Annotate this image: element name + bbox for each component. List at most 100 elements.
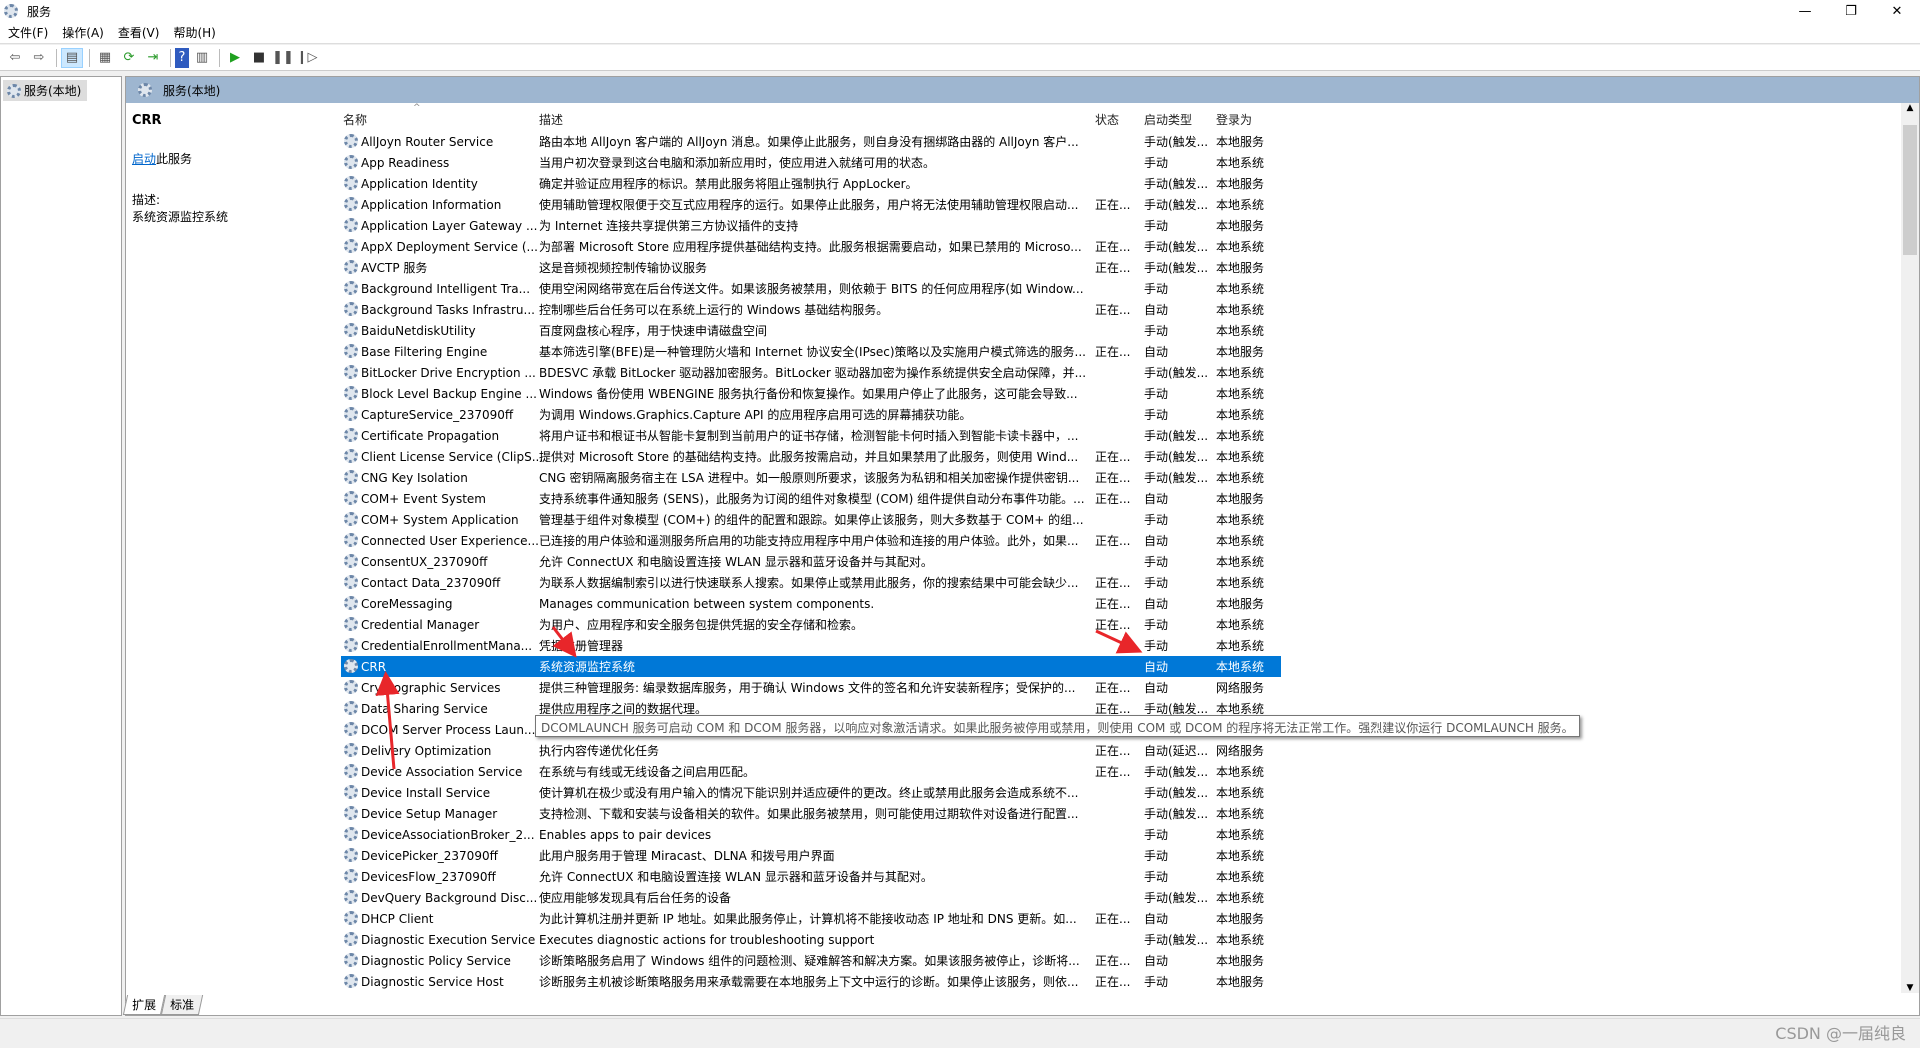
service-name: Client License Service (ClipS... bbox=[361, 449, 544, 464]
start-service-icon[interactable]: ▶ bbox=[224, 48, 246, 68]
service-row[interactable]: DevicePicker_237090ff 此用户服务用于管理 Miracast、… bbox=[341, 845, 1281, 866]
service-row[interactable]: CoreMessaging Manages communication betwe… bbox=[341, 593, 1281, 614]
title-bar: 服务 — ❐ ✕ bbox=[0, 0, 1920, 22]
scroll-down-icon[interactable]: ▼ bbox=[1901, 983, 1919, 993]
show-action-pane-icon[interactable]: ▥ bbox=[191, 48, 213, 68]
service-row[interactable]: Application Information 使用辅助管理权限便于交互式应用程序… bbox=[341, 194, 1281, 215]
service-logon: 本地系统 bbox=[1216, 639, 1265, 653]
service-row[interactable]: Application Identity 确定并验证应用程序的标识。禁用此服务将阻… bbox=[341, 173, 1281, 194]
resume-service-icon[interactable]: ❙▷ bbox=[296, 48, 318, 68]
column-header-description[interactable]: 描述 bbox=[539, 109, 1089, 129]
service-gear-icon bbox=[344, 617, 358, 631]
service-logon: 本地系统 bbox=[1216, 471, 1265, 485]
help-icon[interactable]: ? bbox=[175, 47, 189, 68]
service-row[interactable]: Client License Service (ClipS... 提供对 Micr… bbox=[341, 446, 1281, 467]
service-description: 将用户证书和根证书从智能卡复制到当前用户的证书存储，检测智能卡何时插入到智能卡读… bbox=[539, 429, 1079, 443]
service-description: 允许 ConnectUX 和电脑设置连接 WLAN 显示器和蓝牙设备并与其配对。 bbox=[539, 870, 933, 884]
menu-help[interactable]: 帮助(H) bbox=[173, 24, 215, 41]
menu-file[interactable]: 文件(F) bbox=[8, 24, 48, 41]
service-logon: 本地系统 bbox=[1216, 387, 1265, 401]
service-startup-type: 手动(触发... bbox=[1144, 240, 1209, 254]
service-row[interactable]: Credential Manager 为用户、应用程序和安全服务包提供凭据的安全存… bbox=[341, 614, 1281, 635]
menu-action[interactable]: 操作(A) bbox=[62, 24, 104, 41]
service-row[interactable]: Device Setup Manager 支持检测、下载和安装与设备相关的软件。如… bbox=[341, 803, 1281, 824]
service-row[interactable]: CaptureService_237090ff 为调用 Windows.Graph… bbox=[341, 404, 1281, 425]
service-logon: 本地系统 bbox=[1216, 828, 1265, 842]
service-row[interactable]: Application Layer Gateway ... 为 Internet … bbox=[341, 215, 1281, 236]
tree-item-services-local[interactable]: 服务(本地) bbox=[3, 80, 87, 101]
column-header-startup-type[interactable]: 启动类型 bbox=[1144, 109, 1210, 129]
service-name: DevicesFlow_237090ff bbox=[361, 869, 496, 884]
service-row[interactable]: AllJoyn Router Service 路由本地 AllJoyn 客户端的 … bbox=[341, 131, 1281, 152]
service-row[interactable]: Base Filtering Engine 基本筛选引擎(BFE)是一种管理防火墙… bbox=[341, 341, 1281, 362]
service-gear-icon bbox=[344, 911, 358, 925]
minimize-button[interactable]: — bbox=[1782, 0, 1828, 22]
service-gear-icon bbox=[344, 155, 358, 169]
service-row[interactable]: Device Install Service 使计算机在极少或没有用户输入的情况下… bbox=[341, 782, 1281, 803]
refresh-icon[interactable]: ⟳ bbox=[118, 48, 140, 68]
service-row[interactable]: App Readiness 当用户初次登录到这台电脑和添加新应用时，使应用进入就绪… bbox=[341, 152, 1281, 173]
service-name: Application Layer Gateway ... bbox=[361, 218, 538, 233]
service-startup-type: 自动 bbox=[1144, 954, 1169, 968]
pause-service-icon[interactable]: ❚❚ bbox=[272, 48, 294, 68]
service-row[interactable]: CRR 系统资源监控系统 自动 本地系统 bbox=[341, 656, 1281, 677]
service-row[interactable]: Diagnostic Policy Service 诊断策略服务启用了 Windo… bbox=[341, 950, 1281, 971]
tab-standard[interactable]: 标准 bbox=[160, 995, 204, 1015]
service-row[interactable]: BitLocker Drive Encryption ... BDESVC 承载 … bbox=[341, 362, 1281, 383]
service-row[interactable]: Diagnostic Service Host 诊断服务主机被诊断策略服务用来承载… bbox=[341, 971, 1281, 992]
service-row[interactable]: CredentialEnrollmentMana... 凭据注册管理器 手动 本地系统 bbox=[341, 635, 1281, 656]
service-row[interactable]: DevQuery Background Disc... 使应用能够发现具有后台任务… bbox=[341, 887, 1281, 908]
service-gear-icon bbox=[344, 596, 358, 610]
service-status: 正在... bbox=[1095, 912, 1131, 926]
service-row[interactable]: Connected User Experience... 已连接的用户体验和遥测服… bbox=[341, 530, 1281, 551]
scrollbar-thumb[interactable] bbox=[1903, 125, 1917, 255]
column-header-name[interactable]: 名称 ^ bbox=[341, 103, 531, 129]
back-icon[interactable]: ⇦ bbox=[4, 48, 26, 68]
service-row[interactable]: Cryptographic Services 提供三种管理服务: 编录数据库服务，… bbox=[341, 677, 1281, 698]
services-list: 名称 ^ 描述 状态 启动类型 登录为 AllJoyn Router Servic… bbox=[341, 103, 1901, 993]
service-row[interactable]: Block Level Backup Engine ... Windows 备份使… bbox=[341, 383, 1281, 404]
service-row[interactable]: COM+ System Application 管理基于组件对象模型 (COM+)… bbox=[341, 509, 1281, 530]
service-logon: 本地系统 bbox=[1216, 240, 1265, 254]
service-row[interactable]: AVCTP 服务 这是音频视频控制传输协议服务 正在... 手动(触发... 本地服务 bbox=[341, 257, 1281, 278]
column-header-log-on-as[interactable]: 登录为 bbox=[1216, 109, 1276, 129]
column-header-status[interactable]: 状态 bbox=[1095, 109, 1141, 129]
service-gear-icon bbox=[344, 701, 358, 715]
service-startup-type: 手动(触发... bbox=[1144, 765, 1209, 779]
restore-button[interactable]: ❐ bbox=[1828, 0, 1874, 22]
service-logon: 本地系统 bbox=[1216, 198, 1265, 212]
service-row[interactable]: COM+ Event System 支持系统事件通知服务 (SENS)，此服务为订… bbox=[341, 488, 1281, 509]
service-row[interactable]: DHCP Client 为此计算机注册并更新 IP 地址。如果此服务停止，计算机将… bbox=[341, 908, 1281, 929]
close-button[interactable]: ✕ bbox=[1874, 0, 1920, 22]
service-startup-type: 自动 bbox=[1144, 912, 1169, 926]
service-row[interactable]: Contact Data_237090ff 为联系人数据编制索引以进行快速联系人搜… bbox=[341, 572, 1281, 593]
service-row[interactable]: Background Tasks Infrastru... 控制哪些后台任务可以在… bbox=[341, 299, 1281, 320]
stop-service-icon[interactable]: ■ bbox=[248, 48, 270, 68]
service-row[interactable]: DeviceAssociationBroker_2... Enables apps… bbox=[341, 824, 1281, 845]
tab-extended[interactable]: 扩展 bbox=[122, 995, 166, 1015]
service-name: Certificate Propagation bbox=[361, 428, 500, 443]
service-row[interactable]: Diagnostic Execution Service Executes dia… bbox=[341, 929, 1281, 950]
service-row[interactable]: ConsentUX_237090ff 允许 ConnectUX 和电脑设置连接 W… bbox=[341, 551, 1281, 572]
service-name: Credential Manager bbox=[361, 617, 480, 632]
service-startup-type: 手动(触发... bbox=[1144, 807, 1209, 821]
service-row[interactable]: Certificate Propagation 将用户证书和根证书从智能卡复制到当… bbox=[341, 425, 1281, 446]
properties-icon[interactable]: ▦ bbox=[94, 48, 116, 68]
forward-icon[interactable]: ⇨ bbox=[28, 48, 50, 68]
export-list-icon[interactable]: ⇥ bbox=[142, 48, 164, 68]
service-row[interactable]: BaiduNetdiskUtility 百度网盘核心程序，用于快速申请磁盘空间 手动… bbox=[341, 320, 1281, 341]
service-row[interactable]: AppX Deployment Service (... 为部署 Microsof… bbox=[341, 236, 1281, 257]
menu-view[interactable]: 查看(V) bbox=[118, 24, 160, 41]
start-service-link[interactable]: 启动 bbox=[132, 152, 156, 166]
service-row[interactable]: Background Intelligent Tra... 使用空闲网络带宽在后台… bbox=[341, 278, 1281, 299]
service-name: Device Setup Manager bbox=[361, 806, 498, 821]
service-row[interactable]: Device Association Service 在系统与有线或无线设备之间启… bbox=[341, 761, 1281, 782]
service-logon: 网络服务 bbox=[1216, 681, 1265, 695]
vertical-scrollbar[interactable]: ▲ ▼ bbox=[1901, 103, 1919, 993]
service-row[interactable]: CNG Key Isolation CNG 密钥隔离服务宿主在 LSA 进程中。如… bbox=[341, 467, 1281, 488]
service-startup-type: 自动(延迟... bbox=[1144, 744, 1209, 758]
show-hide-console-tree-icon[interactable]: ▤ bbox=[61, 47, 83, 68]
scroll-up-icon[interactable]: ▲ bbox=[1901, 103, 1919, 113]
service-row[interactable]: Delivery Optimization 执行内容传递优化任务 正在... 自动(延… bbox=[341, 740, 1281, 761]
service-row[interactable]: DevicesFlow_237090ff 允许 ConnectUX 和电脑设置连接… bbox=[341, 866, 1281, 887]
